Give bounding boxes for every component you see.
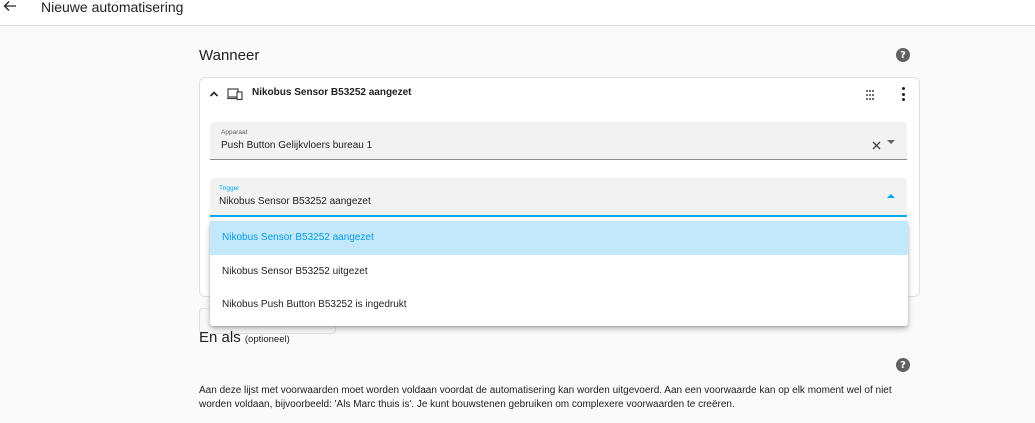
devices-icon bbox=[227, 87, 243, 101]
trigger-option-label: Nikobus Push Button B53252 is ingedrukt bbox=[222, 299, 407, 310]
trigger-field[interactable]: Trigger Nikobus Sensor B53252 aangezet bbox=[210, 178, 907, 217]
conditions-section-title: En als (optioneel) bbox=[199, 329, 290, 346]
more-vertical-icon[interactable] bbox=[900, 87, 906, 101]
trigger-option-label: Nikobus Sensor B53252 uitgezet bbox=[222, 266, 368, 277]
trigger-option[interactable]: Nikobus Sensor B53252 uitgezet bbox=[210, 255, 908, 289]
trigger-dropdown-menu: Nikobus Sensor B53252 aangezet Nikobus S… bbox=[210, 221, 908, 326]
caret-up-icon[interactable] bbox=[887, 194, 895, 198]
device-field-label: Apparaat bbox=[221, 129, 248, 136]
help-circle-icon[interactable]: ? bbox=[896, 48, 910, 62]
trigger-field-value: Nikobus Sensor B53252 aangezet bbox=[219, 196, 371, 207]
page-title: Nieuwe automatisering bbox=[41, 0, 184, 15]
optional-label: (optioneel) bbox=[244, 334, 290, 345]
device-field-value: Push Button Gelijkvloers bureau 1 bbox=[221, 140, 373, 151]
top-app-bar: Nieuwe automatisering bbox=[0, 0, 1035, 26]
clear-icon[interactable] bbox=[872, 137, 881, 150]
trigger-card-title[interactable]: Nikobus Sensor B53252 aangezet bbox=[252, 87, 412, 98]
conditions-description: Aan deze lijst met voorwaarden moet word… bbox=[199, 385, 892, 410]
conditions-title-text: En als bbox=[199, 329, 241, 346]
caret-down-icon[interactable] bbox=[887, 140, 895, 144]
help-circle-icon[interactable]: ? bbox=[896, 358, 910, 372]
arrow-left-icon[interactable] bbox=[2, 0, 18, 14]
trigger-field-label: Trigger bbox=[219, 185, 240, 192]
when-section-title: Wanneer bbox=[199, 47, 260, 64]
device-field[interactable]: Apparaat Push Button Gelijkvloers bureau… bbox=[210, 122, 907, 160]
trigger-option-label: Nikobus Sensor B53252 aangezet bbox=[222, 232, 374, 243]
trigger-option[interactable]: Nikobus Push Button B53252 is ingedrukt bbox=[210, 288, 908, 322]
trigger-option[interactable]: Nikobus Sensor B53252 aangezet bbox=[210, 221, 908, 255]
chevron-up-icon[interactable] bbox=[208, 88, 220, 100]
drag-handle-icon[interactable] bbox=[865, 88, 875, 100]
